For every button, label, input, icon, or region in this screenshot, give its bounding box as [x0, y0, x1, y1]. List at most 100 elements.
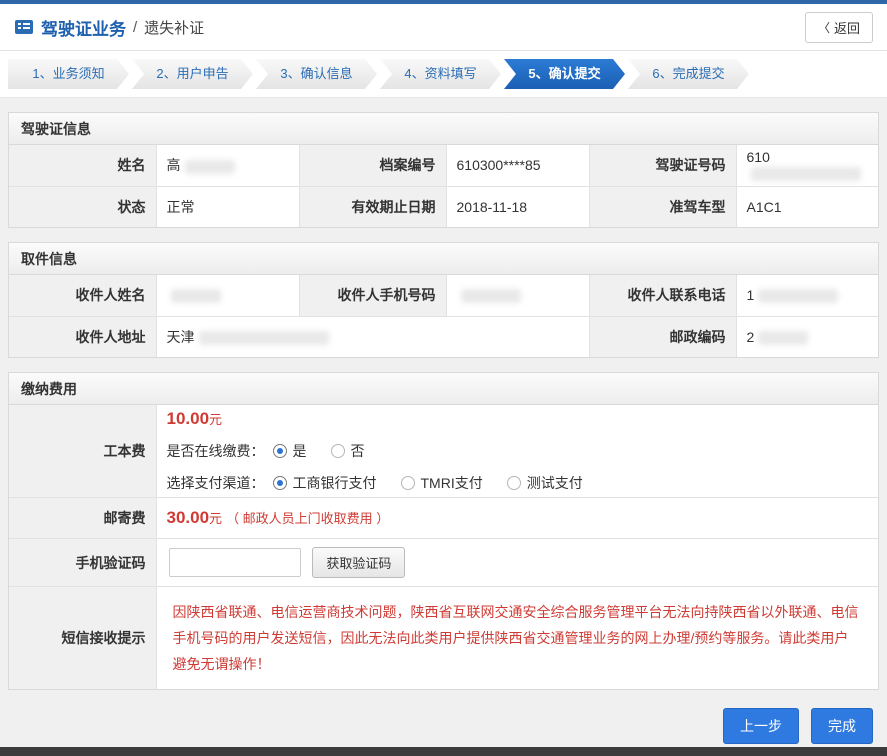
sms-tip-text: 因陕西省联通、电信运营商技术问题，陕西省互联网交通安全综合服务管理平台无法向持陕… — [169, 593, 867, 683]
radio-online-pay-no[interactable]: 否 — [331, 441, 365, 461]
radio-label: TMRI支付 — [421, 473, 483, 493]
breadcrumb: 驾驶证业务 / 遗失补证 — [14, 15, 204, 40]
name-label: 姓名 — [9, 145, 156, 186]
online-pay-row: 是否在线缴费： 是 否 — [167, 441, 869, 461]
masked-text — [751, 167, 861, 181]
step-label: 5、确认提交 — [528, 66, 600, 81]
pickup-section-title: 取件信息 — [9, 243, 878, 275]
vehicle-class-value: A1C1 — [736, 186, 878, 227]
radio-channel-icbc[interactable]: 工商银行支付 — [273, 473, 377, 493]
recipient-address-label: 收件人地址 — [9, 316, 156, 357]
expiry-label: 有效期止日期 — [299, 186, 446, 227]
payment-table: 工本费 10.00元 是否在线缴费： 是 否 选 — [9, 405, 878, 689]
recipient-mobile-value — [446, 275, 589, 316]
masked-text — [461, 289, 521, 303]
pickup-info-section: 取件信息 收件人姓名 收件人手机号码 收件人联系电话 1 收件人地址 天津 邮政… — [8, 242, 879, 358]
name-text: 高 — [167, 157, 181, 173]
pay-channel-question: 选择支付渠道： — [167, 473, 265, 493]
step-label: 2、用户申告 — [156, 66, 228, 81]
license-info-section: 驾驶证信息 姓名 高 档案编号 610300****85 驾驶证号码 610 状… — [8, 112, 879, 228]
sms-code-cell: 获取验证码 — [156, 539, 878, 587]
footer-bar — [0, 747, 887, 756]
finish-button[interactable]: 完成 — [811, 708, 873, 744]
table-row: 姓名 高 档案编号 610300****85 驾驶证号码 610 — [9, 145, 878, 186]
previous-step-button[interactable]: 上一步 — [723, 708, 799, 744]
zip-code-text: 2 — [747, 329, 755, 345]
zip-code-label: 邮政编码 — [589, 316, 736, 357]
masked-text — [758, 331, 808, 345]
license-number-text: 610 — [747, 149, 770, 165]
step-label: 6、完成提交 — [652, 66, 724, 81]
radio-checked-icon — [273, 444, 287, 458]
postage-fee-amount: 30.00 — [167, 508, 210, 527]
postage-fee-label: 邮寄费 — [9, 498, 156, 539]
table-row: 收件人地址 天津 邮政编码 2 — [9, 316, 878, 357]
payment-section: 缴纳费用 工本费 10.00元 是否在线缴费： 是 否 — [8, 372, 879, 690]
back-button[interactable]: 〈 返回 — [805, 12, 873, 43]
radio-label: 工商银行支付 — [293, 473, 377, 493]
license-section-title: 驾驶证信息 — [9, 113, 878, 145]
step-1-business-notice[interactable]: 1、业务须知 — [8, 59, 129, 89]
expiry-value: 2018-11-18 — [446, 186, 589, 227]
currency-unit: 元 — [209, 511, 222, 526]
radio-unchecked-icon — [401, 476, 415, 490]
radio-unchecked-icon — [507, 476, 521, 490]
header: 驾驶证业务 / 遗失补证 〈 返回 — [0, 4, 887, 51]
license-number-value: 610 — [736, 145, 878, 186]
masked-text — [199, 331, 329, 345]
zip-code-value: 2 — [736, 316, 878, 357]
table-row: 邮寄费 30.00元（ 邮政人员上门收取费用 ） — [9, 498, 878, 539]
step-5-confirm-submit[interactable]: 5、确认提交 — [504, 59, 625, 89]
breadcrumb-separator: / — [133, 19, 137, 36]
payment-section-title: 缴纳费用 — [9, 373, 878, 405]
status-value: 正常 — [156, 186, 299, 227]
radio-channel-tmri[interactable]: TMRI支付 — [401, 473, 483, 493]
vehicle-class-label: 准驾车型 — [589, 186, 736, 227]
step-2-user-declaration[interactable]: 2、用户申告 — [132, 59, 253, 89]
work-fee-amount-line: 10.00元 — [167, 409, 869, 429]
license-info-table: 姓名 高 档案编号 610300****85 驾驶证号码 610 状态 正常 有… — [9, 145, 878, 227]
radio-channel-test[interactable]: 测试支付 — [507, 473, 583, 493]
recipient-mobile-label: 收件人手机号码 — [299, 275, 446, 316]
radio-checked-icon — [273, 476, 287, 490]
work-fee-cell: 10.00元 是否在线缴费： 是 否 选择支付渠道： — [156, 405, 878, 498]
step-6-complete-submit[interactable]: 6、完成提交 — [628, 59, 749, 89]
step-label: 1、业务须知 — [32, 66, 104, 81]
breadcrumb-current: 遗失补证 — [144, 17, 204, 38]
radio-online-pay-yes[interactable]: 是 — [273, 441, 307, 461]
recipient-name-value — [156, 275, 299, 316]
table-row: 工本费 10.00元 是否在线缴费： 是 否 选 — [9, 405, 878, 498]
back-chevron-icon: 〈 — [818, 19, 830, 36]
currency-unit: 元 — [209, 412, 222, 427]
recipient-phone-text: 1 — [747, 287, 755, 303]
work-fee-amount: 10.00 — [167, 409, 210, 428]
license-number-label: 驾驶证号码 — [589, 145, 736, 186]
license-business-icon — [14, 19, 34, 35]
sms-tip-cell: 因陕西省联通、电信运营商技术问题，陕西省互联网交通安全综合服务管理平台无法向持陕… — [156, 587, 878, 690]
step-4-fill-data[interactable]: 4、资料填写 — [380, 59, 501, 89]
radio-unchecked-icon — [331, 444, 345, 458]
recipient-address-value: 天津 — [156, 316, 589, 357]
online-pay-question: 是否在线缴费： — [167, 441, 265, 461]
table-row: 短信接收提示 因陕西省联通、电信运营商技术问题，陕西省互联网交通安全综合服务管理… — [9, 587, 878, 690]
back-button-label: 返回 — [834, 18, 860, 37]
table-row: 手机验证码 获取验证码 — [9, 539, 878, 587]
form-actions: 上一步 完成 — [14, 708, 873, 744]
work-fee-label: 工本费 — [9, 405, 156, 498]
table-row: 收件人姓名 收件人手机号码 收件人联系电话 1 — [9, 275, 878, 316]
postage-fee-cell: 30.00元（ 邮政人员上门收取费用 ） — [156, 498, 878, 539]
recipient-phone-label: 收件人联系电话 — [589, 275, 736, 316]
sms-code-input[interactable] — [169, 548, 301, 577]
step-label: 4、资料填写 — [404, 66, 476, 81]
pickup-info-table: 收件人姓名 收件人手机号码 收件人联系电话 1 收件人地址 天津 邮政编码 2 — [9, 275, 878, 357]
get-sms-code-button[interactable]: 获取验证码 — [312, 547, 405, 578]
step-navigation: 1、业务须知 2、用户申告 3、确认信息 4、资料填写 5、确认提交 6、完成提… — [0, 51, 887, 98]
file-number-value: 610300****85 — [446, 145, 589, 186]
page-title: 驾驶证业务 — [41, 15, 126, 40]
step-3-confirm-info[interactable]: 3、确认信息 — [256, 59, 377, 89]
radio-label: 否 — [351, 441, 365, 461]
recipient-name-label: 收件人姓名 — [9, 275, 156, 316]
table-row: 状态 正常 有效期止日期 2018-11-18 准驾车型 A1C1 — [9, 186, 878, 227]
masked-text — [758, 289, 838, 303]
masked-text — [185, 160, 235, 174]
